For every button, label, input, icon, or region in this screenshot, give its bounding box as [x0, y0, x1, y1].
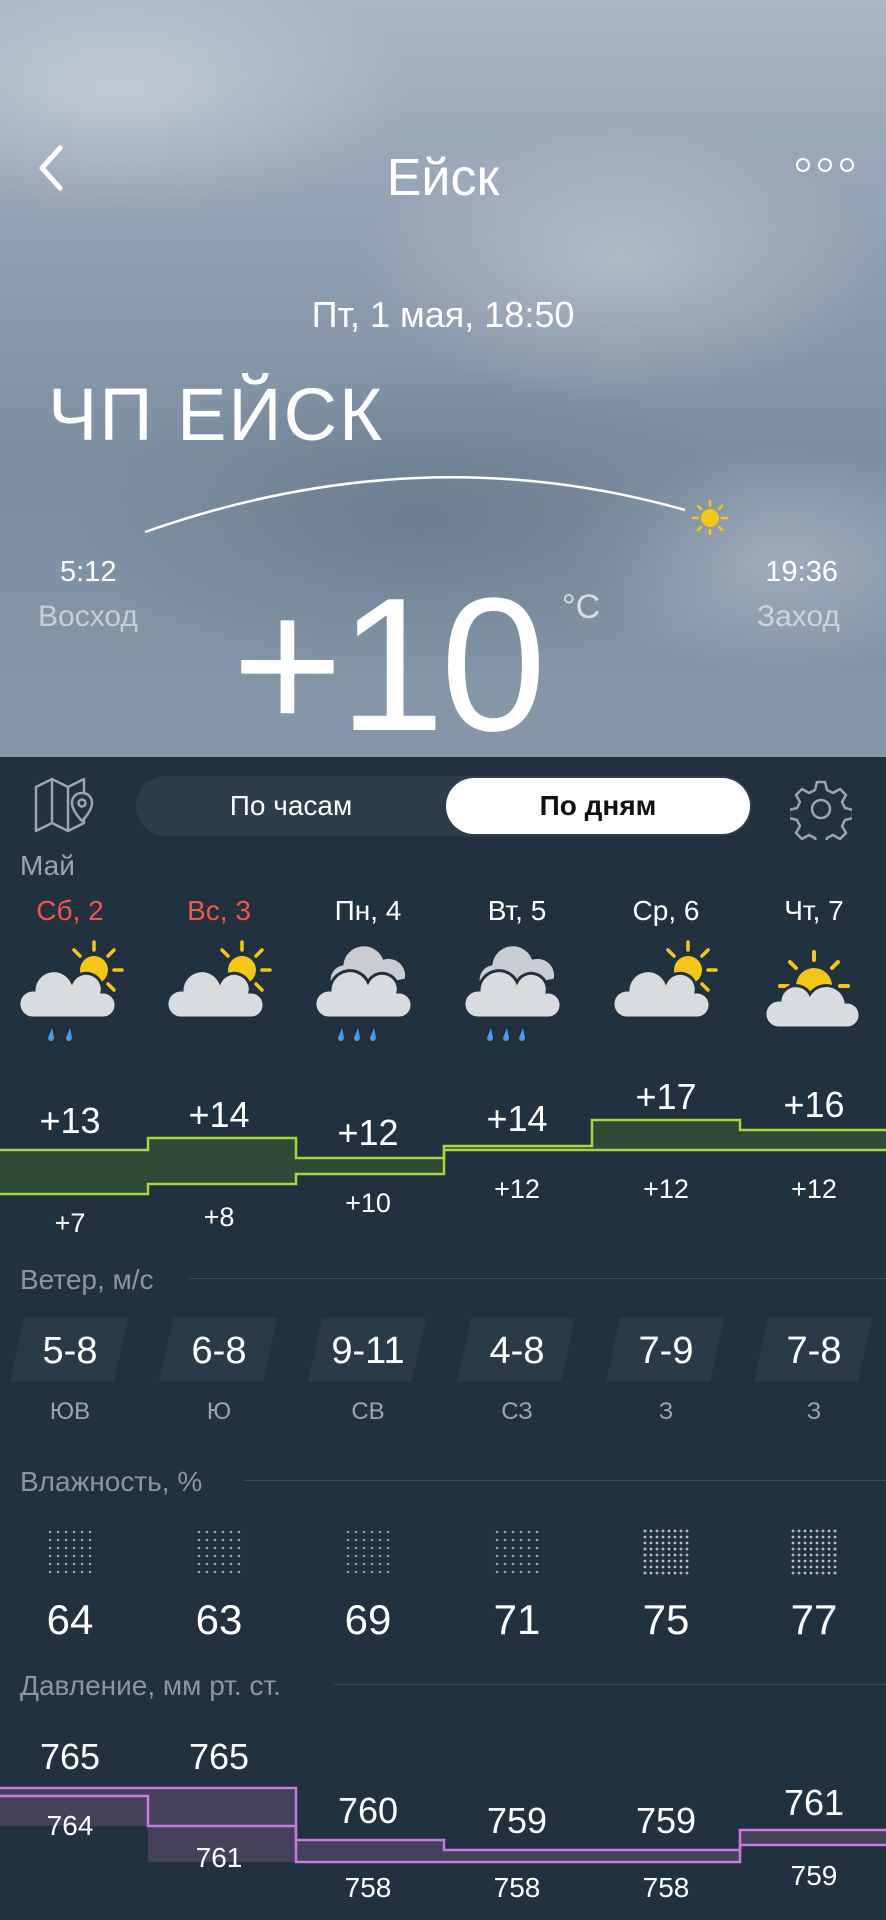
wind-section-title: Ветер, м/с: [20, 1264, 154, 1295]
humidity-dots-icon: [195, 1528, 243, 1576]
section-divider: [244, 1480, 886, 1481]
pressure-min: 758: [642, 1872, 690, 1903]
pressure-min: 758: [493, 1872, 541, 1903]
tab-daily[interactable]: По дням: [446, 778, 750, 834]
day-label: Ср, 6: [632, 895, 700, 926]
humidity-dots-icon: [790, 1528, 838, 1576]
humidity-value: 77: [790, 1596, 838, 1643]
day-label: Пн, 4: [334, 895, 402, 926]
city-title: Ейск: [386, 149, 500, 207]
pressure-min: 764: [46, 1810, 94, 1841]
humidity-dots-icon: [344, 1528, 392, 1576]
humidity-value: 63: [195, 1596, 243, 1643]
day-label: Сб, 2: [36, 895, 104, 926]
wind-direction: З: [806, 1398, 822, 1425]
temp-max: +13: [39, 1100, 101, 1141]
partly-cloudy-icon: [611, 940, 718, 1020]
wind-direction: СВ: [351, 1398, 385, 1425]
wind-speed: 5-8: [42, 1330, 98, 1372]
humidity-value: 69: [344, 1596, 392, 1643]
pressure-max: 759: [635, 1800, 697, 1841]
more-dot-icon: [818, 158, 832, 172]
wind-speed: 7-8: [786, 1330, 842, 1372]
humidity-dots-icon: [493, 1528, 541, 1576]
temp-min: +7: [54, 1208, 86, 1238]
sunrise-time: 5:12: [60, 556, 117, 588]
map-button[interactable]: [32, 775, 98, 835]
wind-direction: З: [658, 1398, 674, 1425]
map-icon: [34, 777, 94, 833]
brand-label: ЧП ЕЙСК: [48, 373, 385, 456]
pressure-max: 759: [486, 1800, 548, 1841]
settings-button[interactable]: [787, 778, 855, 848]
wind-direction: Ю: [206, 1398, 232, 1425]
day-label: Вт, 5: [487, 895, 547, 926]
temp-min: +12: [494, 1174, 540, 1204]
temp-min: +12: [791, 1174, 837, 1204]
more-dot-icon: [840, 158, 854, 172]
temp-max: +14: [188, 1094, 250, 1135]
temperature-unit: °C: [562, 588, 601, 626]
sun-path-arc: [144, 476, 729, 535]
temp-max: +12: [337, 1112, 399, 1153]
partly-cloudy-rain-icon: [17, 940, 124, 1041]
day-label: Вс, 3: [187, 895, 251, 926]
sunrise-label: Восход: [38, 600, 138, 633]
wind-speed: 6-8: [191, 1330, 247, 1372]
cloud-rain-icon: [313, 943, 414, 1041]
wind-direction: СЗ: [501, 1398, 533, 1425]
temp-min: +12: [643, 1174, 689, 1204]
pressure-max: 765: [39, 1736, 101, 1777]
humidity-value: 64: [46, 1596, 94, 1643]
wind-speed: 9-11: [331, 1330, 405, 1372]
pressure-min: 759: [790, 1860, 838, 1891]
current-temperature: +10: [232, 559, 546, 771]
sun-behind-cloud-icon: [763, 950, 862, 1030]
pressure-max: 765: [188, 1736, 250, 1777]
day-label: Чт, 7: [784, 895, 844, 926]
section-divider: [334, 1684, 886, 1685]
view-toggle: По часам По дням: [136, 776, 752, 836]
sun-position-icon: [691, 499, 729, 535]
gear-icon: [787, 780, 855, 848]
wind-direction: ЮВ: [49, 1398, 91, 1425]
section-divider: [190, 1278, 886, 1279]
humidity-dots-icon: [642, 1528, 690, 1576]
tab-hourly[interactable]: По часам: [136, 776, 446, 836]
pressure-section-title: Давление, мм рт. ст.: [20, 1670, 281, 1701]
humidity-section-title: Влажность, %: [20, 1466, 203, 1497]
humidity-value: 71: [493, 1596, 541, 1643]
temp-max: +14: [486, 1098, 548, 1139]
temp-max: +17: [635, 1076, 697, 1117]
sunset-label: Заход: [757, 600, 840, 633]
pressure-max: 761: [783, 1782, 845, 1823]
humidity-dots-icon: [46, 1528, 94, 1576]
partly-cloudy-icon: [165, 940, 272, 1020]
humidity-value: 75: [642, 1596, 690, 1643]
more-dot-icon: [796, 158, 810, 172]
month-label: Май: [20, 850, 75, 881]
cloud-rain-icon: [462, 943, 563, 1041]
pressure-min: 758: [344, 1872, 392, 1903]
wind-speed: 4-8: [489, 1330, 545, 1372]
more-button[interactable]: [796, 158, 868, 182]
temp-min: +8: [203, 1202, 235, 1232]
pressure-max: 760: [337, 1790, 399, 1831]
pressure-min: 761: [195, 1842, 243, 1873]
wind-speed: 7-9: [638, 1330, 694, 1372]
sunset-time: 19:36: [765, 556, 838, 588]
temp-max: +16: [783, 1084, 845, 1125]
temp-min: +10: [345, 1188, 391, 1218]
current-date: Пт, 1 мая, 18:50: [311, 294, 575, 335]
